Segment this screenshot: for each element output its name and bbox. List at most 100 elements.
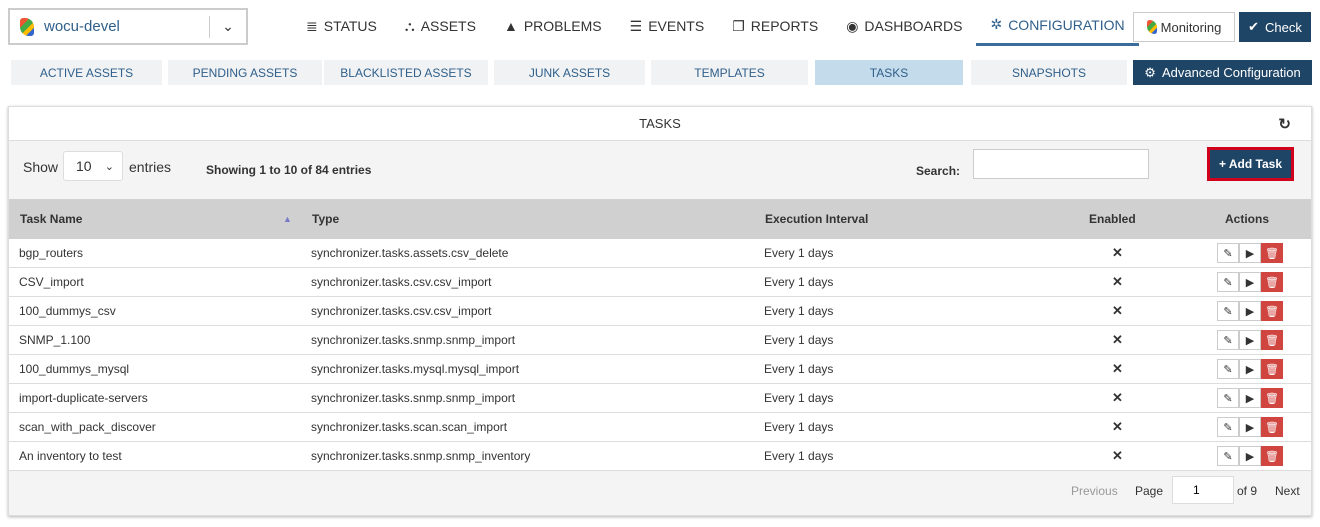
page-input[interactable] xyxy=(1172,476,1234,504)
disabled-x-icon: ✕ xyxy=(1112,419,1123,434)
edit-pencil-icon[interactable]: ✎ xyxy=(1217,359,1239,379)
cubes-icon: ⛬ xyxy=(404,17,415,34)
task-interval: Every 1 days xyxy=(764,449,834,463)
table-controls: Show 10 ⌄ entries Showing 1 to 10 of 84 e… xyxy=(9,141,1311,199)
add-task-button[interactable]: + Add Task xyxy=(1207,147,1294,181)
database-icon: ☰ xyxy=(629,17,643,34)
delete-trash-icon[interactable]: 🗑 xyxy=(1261,330,1283,350)
run-play-icon[interactable]: ▶ xyxy=(1239,330,1261,350)
run-play-icon[interactable]: ▶ xyxy=(1239,243,1261,263)
delete-trash-icon[interactable]: 🗑 xyxy=(1261,417,1283,437)
search-input[interactable] xyxy=(973,149,1149,179)
dashboard-icon: ◉ xyxy=(846,17,859,34)
run-play-icon[interactable]: ▶ xyxy=(1239,388,1261,408)
column-execution-interval[interactable]: Execution Interval xyxy=(765,199,868,239)
run-play-icon[interactable]: ▶ xyxy=(1239,417,1261,437)
nav-label: STATUS xyxy=(323,18,377,34)
edit-pencil-icon[interactable]: ✎ xyxy=(1217,243,1239,263)
table-row: import-duplicate-servers synchronizer.ta… xyxy=(9,384,1311,413)
table-row: bgp_routers synchronizer.tasks.assets.cs… xyxy=(9,239,1311,268)
site-selector[interactable]: wocu-devel ⌄ xyxy=(8,8,248,45)
run-play-icon[interactable]: ▶ xyxy=(1239,359,1261,379)
advanced-configuration-button[interactable]: ⚙ Advanced Configuration xyxy=(1133,60,1312,85)
column-actions: Actions xyxy=(1225,212,1270,226)
delete-trash-icon[interactable]: 🗑 xyxy=(1261,301,1283,321)
next-button[interactable]: Next xyxy=(1275,484,1300,498)
nav-dashboards[interactable]: ◉ DASHBOARDS xyxy=(832,6,976,46)
check-button[interactable]: ✔ Check xyxy=(1239,12,1311,42)
previous-button[interactable]: Previous xyxy=(1071,484,1118,498)
table-header: Task Name ▲ Type Execution Interval Enab… xyxy=(9,199,1311,239)
task-interval: Every 1 days xyxy=(764,246,834,260)
task-interval: Every 1 days xyxy=(764,362,834,376)
task-name: SNMP_1.100 xyxy=(19,333,91,347)
disabled-x-icon: ✕ xyxy=(1112,274,1123,289)
task-type: synchronizer.tasks.snmp.snmp_inventory xyxy=(311,449,531,463)
page-count: of 9 xyxy=(1237,484,1258,498)
edit-pencil-icon[interactable]: ✎ xyxy=(1217,272,1239,292)
table-info: Showing 1 to 10 of 84 entries xyxy=(206,163,372,177)
edit-pencil-icon[interactable]: ✎ xyxy=(1217,388,1239,408)
disabled-x-icon: ✕ xyxy=(1112,245,1123,260)
delete-trash-icon[interactable]: 🗑 xyxy=(1261,446,1283,466)
subtab-tasks[interactable]: TASKS xyxy=(815,60,963,85)
subtab-pending-assets[interactable]: PENDING ASSETS xyxy=(168,60,322,85)
column-enabled[interactable]: Enabled xyxy=(1089,199,1136,239)
main-nav: ≣ STATUS ⛬ ASSETS ▲ PROBLEMS ☰ EVENTS ❐ REPORTS ◉ D… xyxy=(292,6,1139,46)
run-play-icon[interactable]: ▶ xyxy=(1239,446,1261,466)
run-play-icon[interactable]: ▶ xyxy=(1239,301,1261,321)
entries-select[interactable]: 10 ⌄ xyxy=(63,151,123,181)
delete-trash-icon[interactable]: 🗑 xyxy=(1261,272,1283,292)
check-label: Check xyxy=(1265,19,1302,35)
edit-pencil-icon[interactable]: ✎ xyxy=(1217,417,1239,437)
nav-label: PROBLEMS xyxy=(523,18,602,34)
run-play-icon[interactable]: ▶ xyxy=(1239,272,1261,292)
advanced-label: Advanced Configuration xyxy=(1161,65,1301,80)
chevron-down-icon[interactable]: ⌄ xyxy=(210,18,246,35)
nav-label: ASSETS xyxy=(420,18,476,34)
task-type: synchronizer.tasks.csv.csv_import xyxy=(311,275,492,289)
site-name: wocu-devel xyxy=(44,18,120,35)
task-name: scan_with_pack_discover xyxy=(19,420,156,434)
refresh-icon[interactable]: ↻ xyxy=(1278,115,1291,133)
table-row: CSV_import synchronizer.tasks.csv.csv_im… xyxy=(9,268,1311,297)
monitoring-label: Monitoring xyxy=(1160,19,1222,35)
search-label: Search: xyxy=(916,164,961,178)
disabled-x-icon: ✕ xyxy=(1112,390,1123,405)
page-label: Page xyxy=(1135,484,1164,498)
task-type: synchronizer.tasks.assets.csv_delete xyxy=(311,246,509,260)
subtab-blacklisted-assets[interactable]: BLACKLISTED ASSETS xyxy=(324,60,488,85)
disabled-x-icon: ✕ xyxy=(1112,361,1123,376)
column-task-name[interactable]: Task Name xyxy=(20,199,82,239)
task-interval: Every 1 days xyxy=(764,420,834,434)
nav-events[interactable]: ☰ EVENTS xyxy=(616,6,719,46)
subtab-snapshots[interactable]: SNAPSHOTS xyxy=(971,60,1127,85)
wocu-logo-icon xyxy=(1146,20,1157,34)
subtab-templates[interactable]: TEMPLATES xyxy=(651,60,808,85)
edit-pencil-icon[interactable]: ✎ xyxy=(1217,446,1239,466)
task-name: 100_dummys_csv xyxy=(19,304,116,318)
nav-problems[interactable]: ▲ PROBLEMS xyxy=(490,6,616,46)
panel-header: TASKS ↻ xyxy=(9,107,1311,141)
sort-asc-icon[interactable]: ▲ xyxy=(283,199,292,239)
tasks-panel: TASKS ↻ Show 10 ⌄ entries Showing 1 to 10… xyxy=(8,106,1312,516)
panel-title: TASKS xyxy=(639,116,681,131)
nav-label: REPORTS xyxy=(750,18,819,34)
subtab-junk-assets[interactable]: JUNK ASSETS xyxy=(494,60,645,85)
delete-trash-icon[interactable]: 🗑 xyxy=(1261,243,1283,263)
nav-label: DASHBOARDS xyxy=(864,18,963,34)
delete-trash-icon[interactable]: 🗑 xyxy=(1261,359,1283,379)
nav-configuration[interactable]: ✲ CONFIGURATION xyxy=(976,6,1139,46)
delete-trash-icon[interactable]: 🗑 xyxy=(1261,388,1283,408)
nav-assets[interactable]: ⛬ ASSETS xyxy=(391,6,490,46)
edit-pencil-icon[interactable]: ✎ xyxy=(1217,301,1239,321)
subtab-active-assets[interactable]: ACTIVE ASSETS xyxy=(11,60,162,85)
nav-reports[interactable]: ❐ REPORTS xyxy=(718,6,832,46)
edit-pencil-icon[interactable]: ✎ xyxy=(1217,330,1239,350)
entries-label: entries xyxy=(129,159,172,175)
monitoring-button[interactable]: Monitoring xyxy=(1133,12,1235,42)
column-type[interactable]: Type xyxy=(312,199,339,239)
task-name: 100_dummys_mysql xyxy=(19,362,130,376)
warning-icon: ▲ xyxy=(503,18,518,34)
nav-status[interactable]: ≣ STATUS xyxy=(292,6,391,46)
